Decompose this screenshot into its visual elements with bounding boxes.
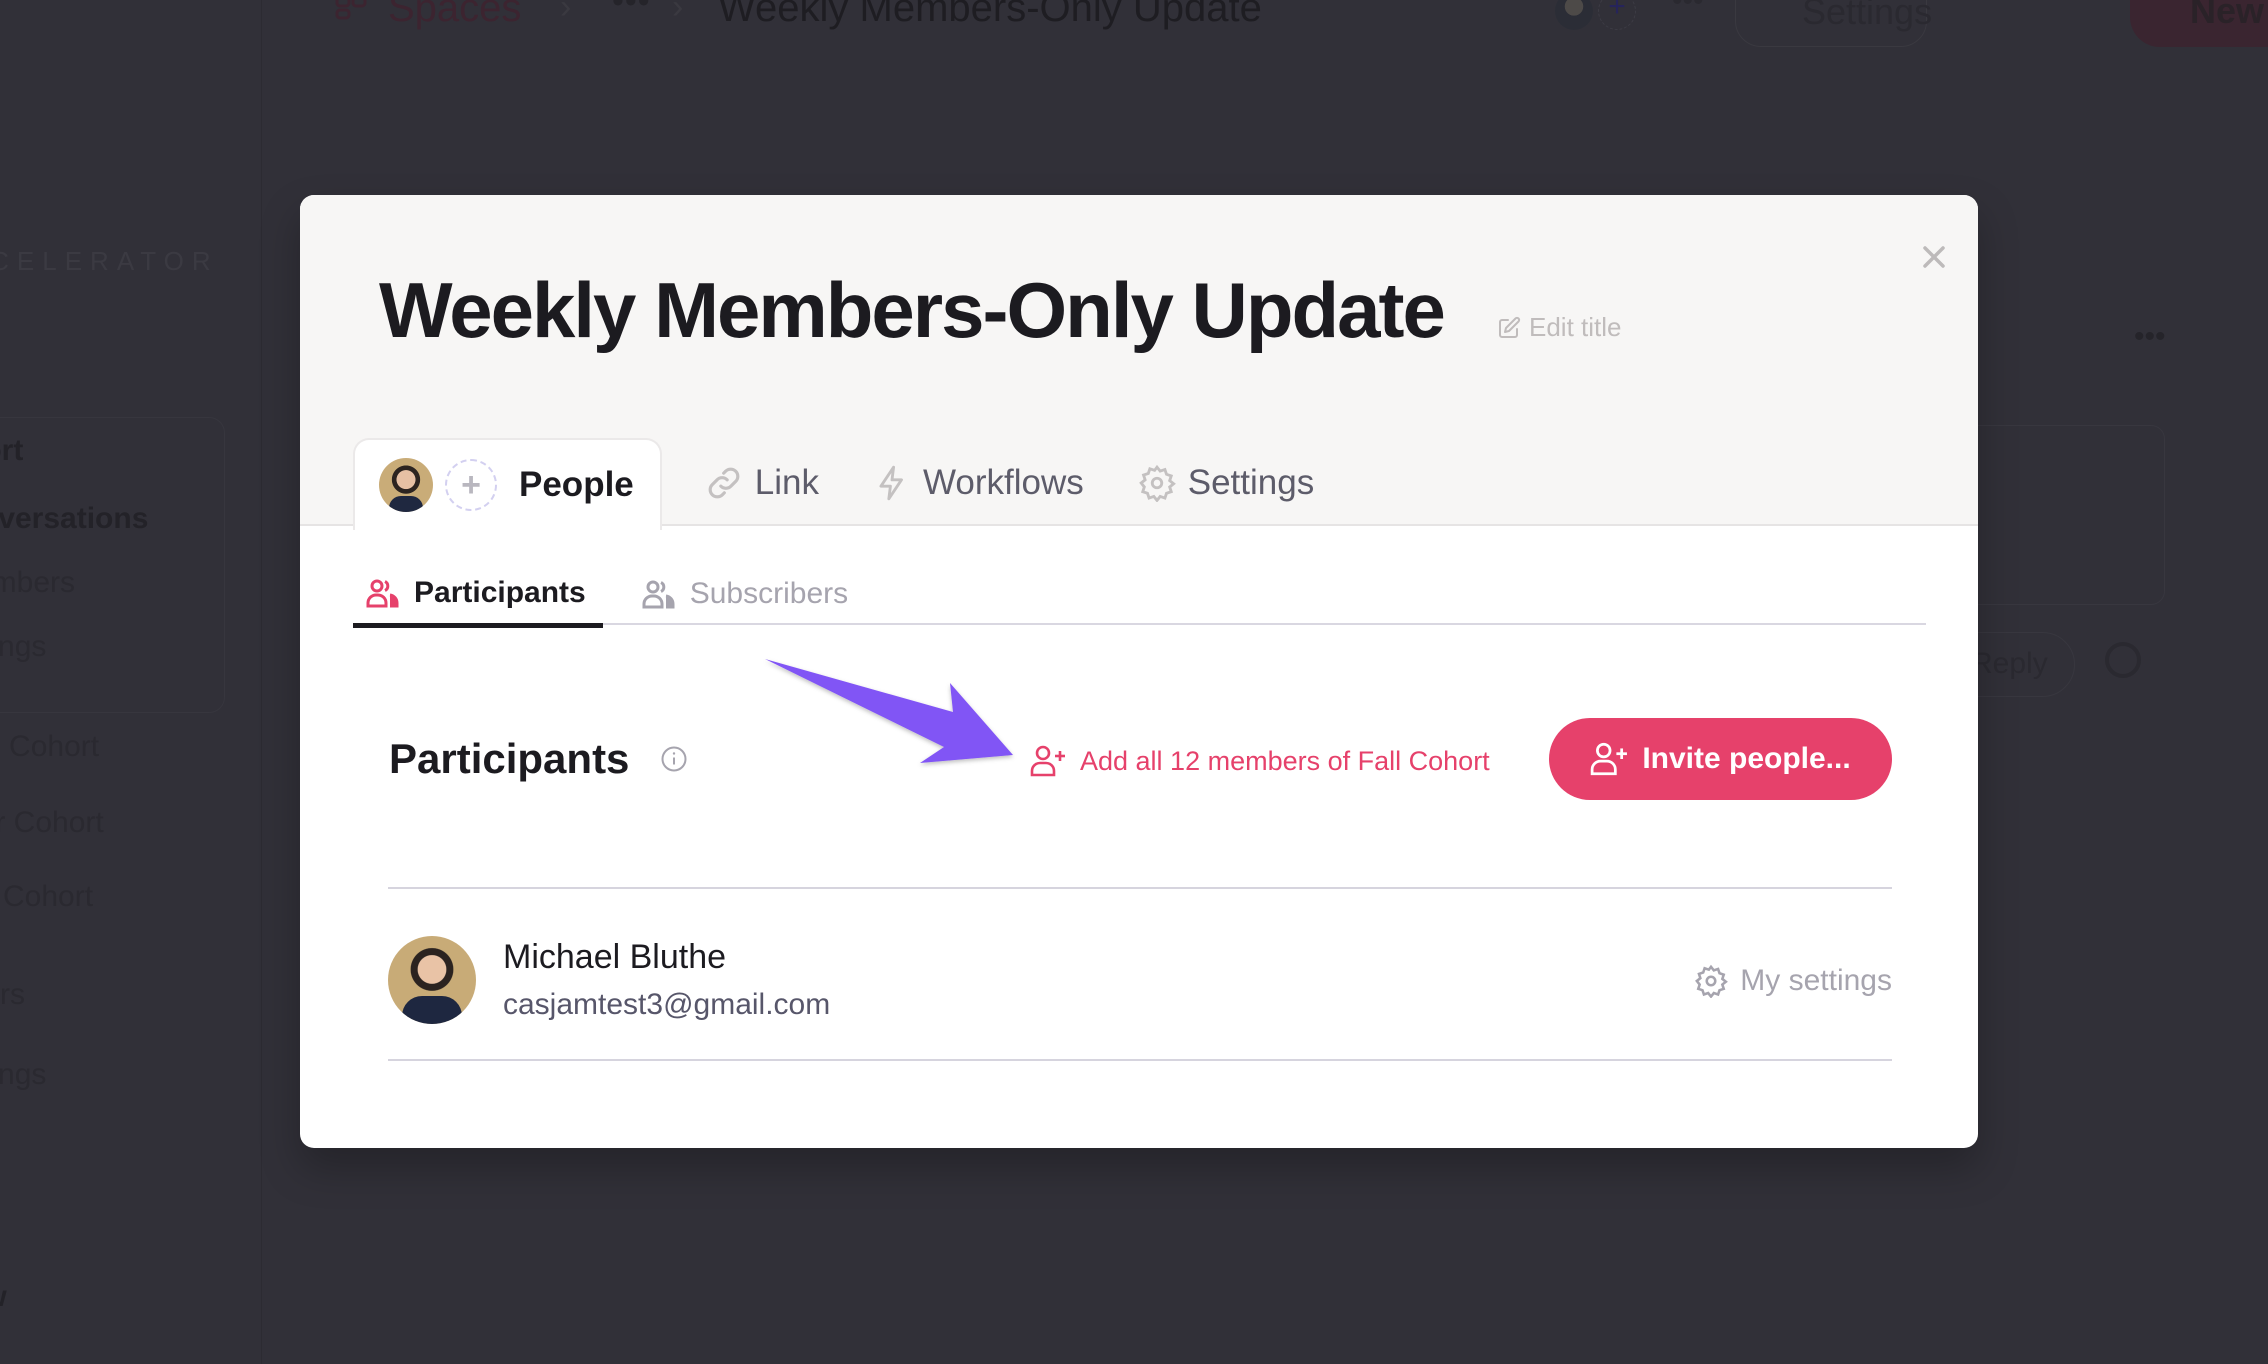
topbar-more-icon: ••• xyxy=(1672,0,1704,17)
topbar-avatar xyxy=(1555,0,1593,30)
participant-name: Michael Bluthe xyxy=(503,938,727,976)
add-all-members-label: Add all 12 members of Fall Cohort xyxy=(1080,745,1490,776)
sidebar-item-members-2: Members xyxy=(0,978,26,1011)
gear-icon xyxy=(1695,964,1729,998)
sidebar-item-conversations: Conversations xyxy=(0,502,149,535)
pencil-icon xyxy=(1499,316,1521,338)
subtab-participants[interactable]: Participants xyxy=(353,563,603,628)
sidebar-group xyxy=(0,417,225,713)
participant-email: casjamtest3@gmail.com xyxy=(503,988,831,1021)
my-settings-button[interactable]: My settings xyxy=(1694,964,1892,998)
background-sidebar: ACCELERATOR Fall Cohort Conversations Me… xyxy=(0,0,262,1364)
sidebar-item-spring-cohort: Spring Cohort xyxy=(0,730,100,763)
users-icon xyxy=(366,579,399,608)
people-modal: Weekly Members-Only Update Edit title + … xyxy=(300,195,1978,1148)
breadcrumb-separator: › xyxy=(560,0,572,26)
tab-link[interactable]: Link xyxy=(678,438,846,528)
edit-title-label: Edit title xyxy=(1529,312,1622,342)
tab-link-label: Link xyxy=(754,463,819,502)
thread-more-icon: ••• xyxy=(2134,320,2166,353)
add-person-icon[interactable]: + xyxy=(445,459,497,511)
tab-workflows[interactable]: Workflows xyxy=(846,438,1111,528)
breadcrumb-spaces: Spaces xyxy=(388,0,522,30)
lightning-icon xyxy=(879,465,903,501)
add-reaction-icon xyxy=(2105,642,2141,678)
close-icon[interactable] xyxy=(1917,240,1951,274)
invite-people-label: Invite people... xyxy=(1642,742,1851,775)
breadcrumb-separator: › xyxy=(672,0,684,26)
sidebar-item-new: New xyxy=(0,1280,7,1314)
tab-settings-label: Settings xyxy=(1187,463,1315,502)
sidebar-item-settings: Settings xyxy=(0,630,47,663)
tab-workflows-label: Workflows xyxy=(922,463,1084,502)
tab-people-label: People xyxy=(519,465,634,504)
thread-card xyxy=(1960,425,2165,605)
tab-settings[interactable]: Settings xyxy=(1111,438,1341,528)
user-plus-icon xyxy=(1591,742,1628,776)
people-subtabs: Participants Subscribers xyxy=(353,563,1926,628)
divider xyxy=(388,1059,1892,1061)
avatar xyxy=(379,458,433,512)
sidebar-item-settings-2: Settings xyxy=(0,1058,47,1091)
topbar-add-member: + xyxy=(1598,0,1636,30)
info-icon[interactable] xyxy=(660,745,688,773)
invite-people-button[interactable]: Invite people... xyxy=(1549,718,1892,800)
subtab-participants-label: Participants xyxy=(414,576,586,609)
participants-heading: Participants xyxy=(389,735,630,782)
breadcrumb-current: Weekly Members-Only Update xyxy=(718,0,1262,30)
avatar xyxy=(388,936,476,1024)
participant-row: Michael Bluthe casjamtest3@gmail.com My … xyxy=(388,890,1892,1058)
divider xyxy=(388,887,1892,889)
modal-title: Weekly Members-Only Update xyxy=(379,266,1446,354)
tab-people[interactable]: + People xyxy=(353,438,662,530)
link-icon xyxy=(708,467,740,499)
topbar-settings-button: Settings xyxy=(1735,0,1932,47)
gear-icon xyxy=(1138,464,1176,502)
my-settings-label: My settings xyxy=(1740,964,1892,997)
org-label: ACCELERATOR xyxy=(0,246,219,276)
subtab-subscribers-label: Subscribers xyxy=(689,577,849,610)
edit-title-button[interactable]: Edit title xyxy=(1497,312,1622,343)
breadcrumb-ellipsis: ••• xyxy=(612,0,651,20)
modal-header: Weekly Members-Only Update Edit title + … xyxy=(300,195,1978,530)
add-all-members-link[interactable]: Add all 12 members of Fall Cohort xyxy=(1030,745,1490,777)
spaces-icon xyxy=(335,0,367,20)
user-plus-icon xyxy=(1030,745,1065,777)
sidebar-item-summer-cohort: Summer Cohort xyxy=(0,806,104,839)
users-icon xyxy=(642,580,675,609)
topbar-new-button: New xyxy=(2130,0,2268,47)
sidebar-item-winter-cohort: Winter Cohort xyxy=(0,880,94,913)
modal-tabs: + People Link Workflows Settings xyxy=(353,438,1341,530)
subtab-subscribers[interactable]: Subscribers xyxy=(629,563,865,625)
sidebar-item-fall-cohort: Fall Cohort xyxy=(0,434,24,467)
sidebar-item-members: Members xyxy=(0,566,76,599)
